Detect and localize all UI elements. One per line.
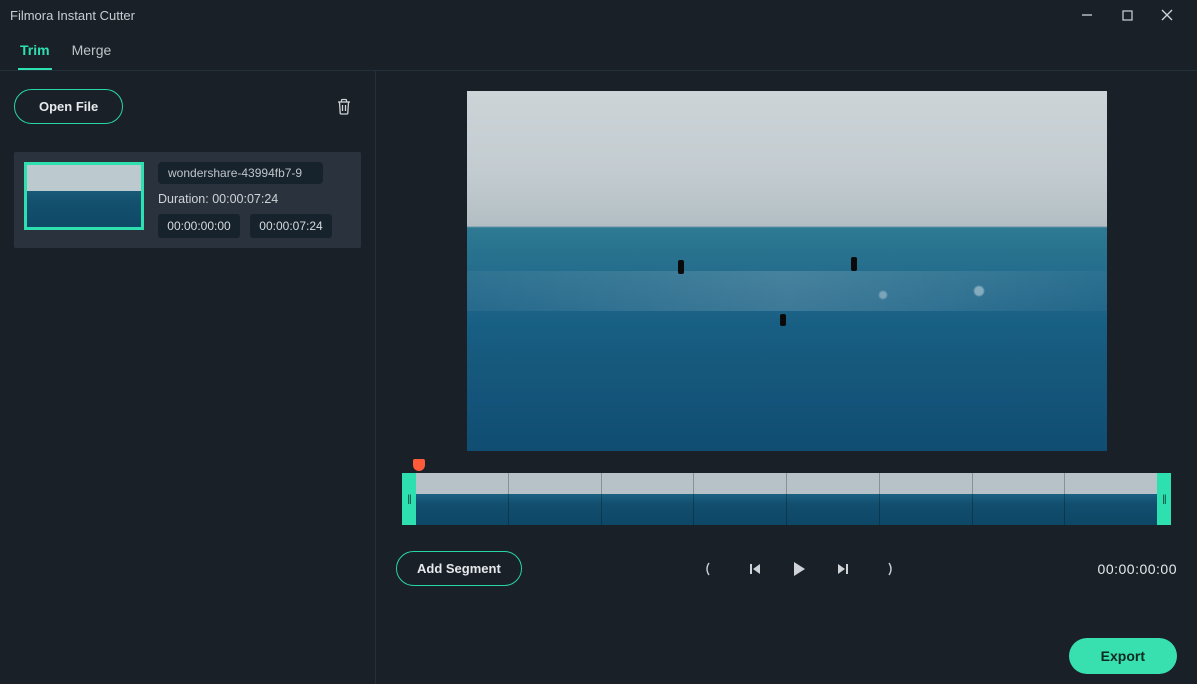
play-button[interactable] <box>790 560 808 578</box>
delete-button[interactable] <box>327 90 361 124</box>
sidebar: Open File wondershare-43994fb7-9 Duratio… <box>0 71 376 684</box>
timeline-frame <box>787 473 880 525</box>
clip-duration: Duration: 00:00:07:24 <box>158 192 349 206</box>
timeline-frames[interactable] <box>416 473 1157 525</box>
timeline-frame <box>694 473 787 525</box>
timeline-frame <box>880 473 973 525</box>
clip-start-time[interactable]: 00:00:00:00 <box>158 214 240 238</box>
timeline-frame <box>1065 473 1157 525</box>
clip-end-time[interactable]: 00:00:07:24 <box>250 214 332 238</box>
playhead[interactable] <box>413 459 425 471</box>
timeline-frame <box>509 473 602 525</box>
next-frame-button[interactable] <box>834 560 852 578</box>
current-time-readout: 00:00:00:00 <box>1077 561 1177 577</box>
timeline-frame <box>416 473 509 525</box>
video-preview[interactable] <box>467 91 1107 451</box>
minimize-button[interactable] <box>1067 1 1107 29</box>
maximize-button[interactable] <box>1107 1 1147 29</box>
open-file-button[interactable]: Open File <box>14 89 123 124</box>
titlebar: Filmora Instant Cutter <box>0 0 1197 30</box>
trim-handle-left[interactable]: || <box>402 473 416 525</box>
close-button[interactable] <box>1147 1 1187 29</box>
clip-meta: wondershare-43994fb7-9 Duration: 00:00:0… <box>158 162 349 238</box>
mode-tabs: Trim Merge <box>0 30 1197 71</box>
clip-thumbnail <box>24 162 144 230</box>
export-button[interactable]: Export <box>1069 638 1177 674</box>
timeline-frame <box>973 473 1066 525</box>
timeline[interactable]: || || <box>396 463 1177 529</box>
workspace: || || Add Segment <box>376 71 1197 684</box>
add-segment-button[interactable]: Add Segment <box>396 551 522 586</box>
trash-icon <box>336 98 352 116</box>
trim-handle-right[interactable]: || <box>1157 473 1171 525</box>
playback-controls: Add Segment 00:00:00:00 <box>396 551 1177 586</box>
tab-merge[interactable]: Merge <box>70 36 114 70</box>
timeline-frame <box>602 473 695 525</box>
prev-frame-button[interactable] <box>746 560 764 578</box>
mark-out-button[interactable] <box>878 560 896 578</box>
clip-card[interactable]: wondershare-43994fb7-9 Duration: 00:00:0… <box>14 152 361 248</box>
window-title: Filmora Instant Cutter <box>10 8 135 23</box>
tab-trim[interactable]: Trim <box>18 36 52 70</box>
mark-in-button[interactable] <box>702 560 720 578</box>
clip-filename: wondershare-43994fb7-9 <box>158 162 323 184</box>
